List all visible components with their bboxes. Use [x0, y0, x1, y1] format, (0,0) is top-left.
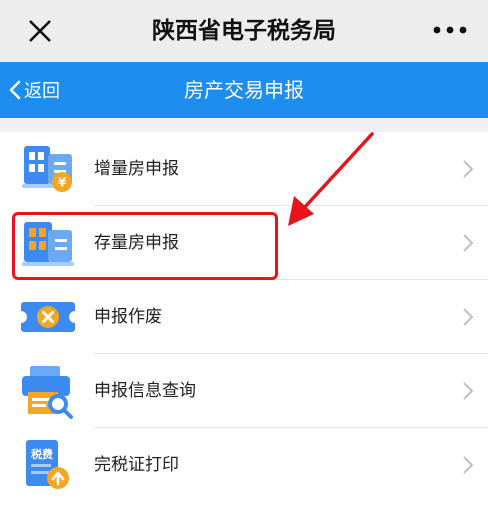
incremental-house-icon: ¥	[22, 146, 72, 192]
tax-certificate-print-icon: 税费	[26, 440, 69, 489]
more-icon	[433, 26, 467, 34]
annotation-arrow-icon	[288, 132, 374, 226]
menu-item-query-info[interactable]: 申报信息查询	[0, 354, 488, 428]
highlight-box	[12, 212, 278, 280]
chevron-right-icon	[463, 456, 474, 474]
menu-item-tax-certificate-print[interactable]: 税费 完税证打印	[0, 428, 488, 502]
tax-fee-glyph: 税费	[31, 447, 53, 461]
chevron-right-icon	[463, 308, 474, 326]
menu-item-label: 增量房申报	[94, 159, 179, 179]
chevron-right-icon	[463, 382, 474, 400]
menu-item-label: 完税证打印	[94, 455, 179, 475]
wechat-title-bar: 陕西省电子税务局	[0, 0, 488, 62]
menu-item-label: 申报作废	[94, 307, 162, 327]
query-info-icon	[22, 366, 73, 419]
yen-glyph: ¥	[58, 176, 67, 190]
app-header: 返回 房产交易申报	[0, 62, 488, 118]
menu-item-incremental-house[interactable]: ¥ 增量房申报	[0, 132, 488, 206]
page-title: 陕西省电子税务局	[152, 18, 336, 44]
chevron-right-icon	[463, 160, 474, 178]
more-button[interactable]	[430, 18, 470, 42]
menu-list: ¥ 增量房申报 存量房申报 申报作废 申报信息查询 税费 完税证打印	[0, 132, 488, 508]
menu-item-label: 申报信息查询	[94, 381, 196, 401]
menu-item-cancel-declaration[interactable]: 申报作废	[0, 280, 488, 354]
cancel-declaration-icon	[21, 302, 75, 332]
chevron-right-icon	[463, 234, 474, 252]
app-title: 房产交易申报	[184, 78, 304, 102]
